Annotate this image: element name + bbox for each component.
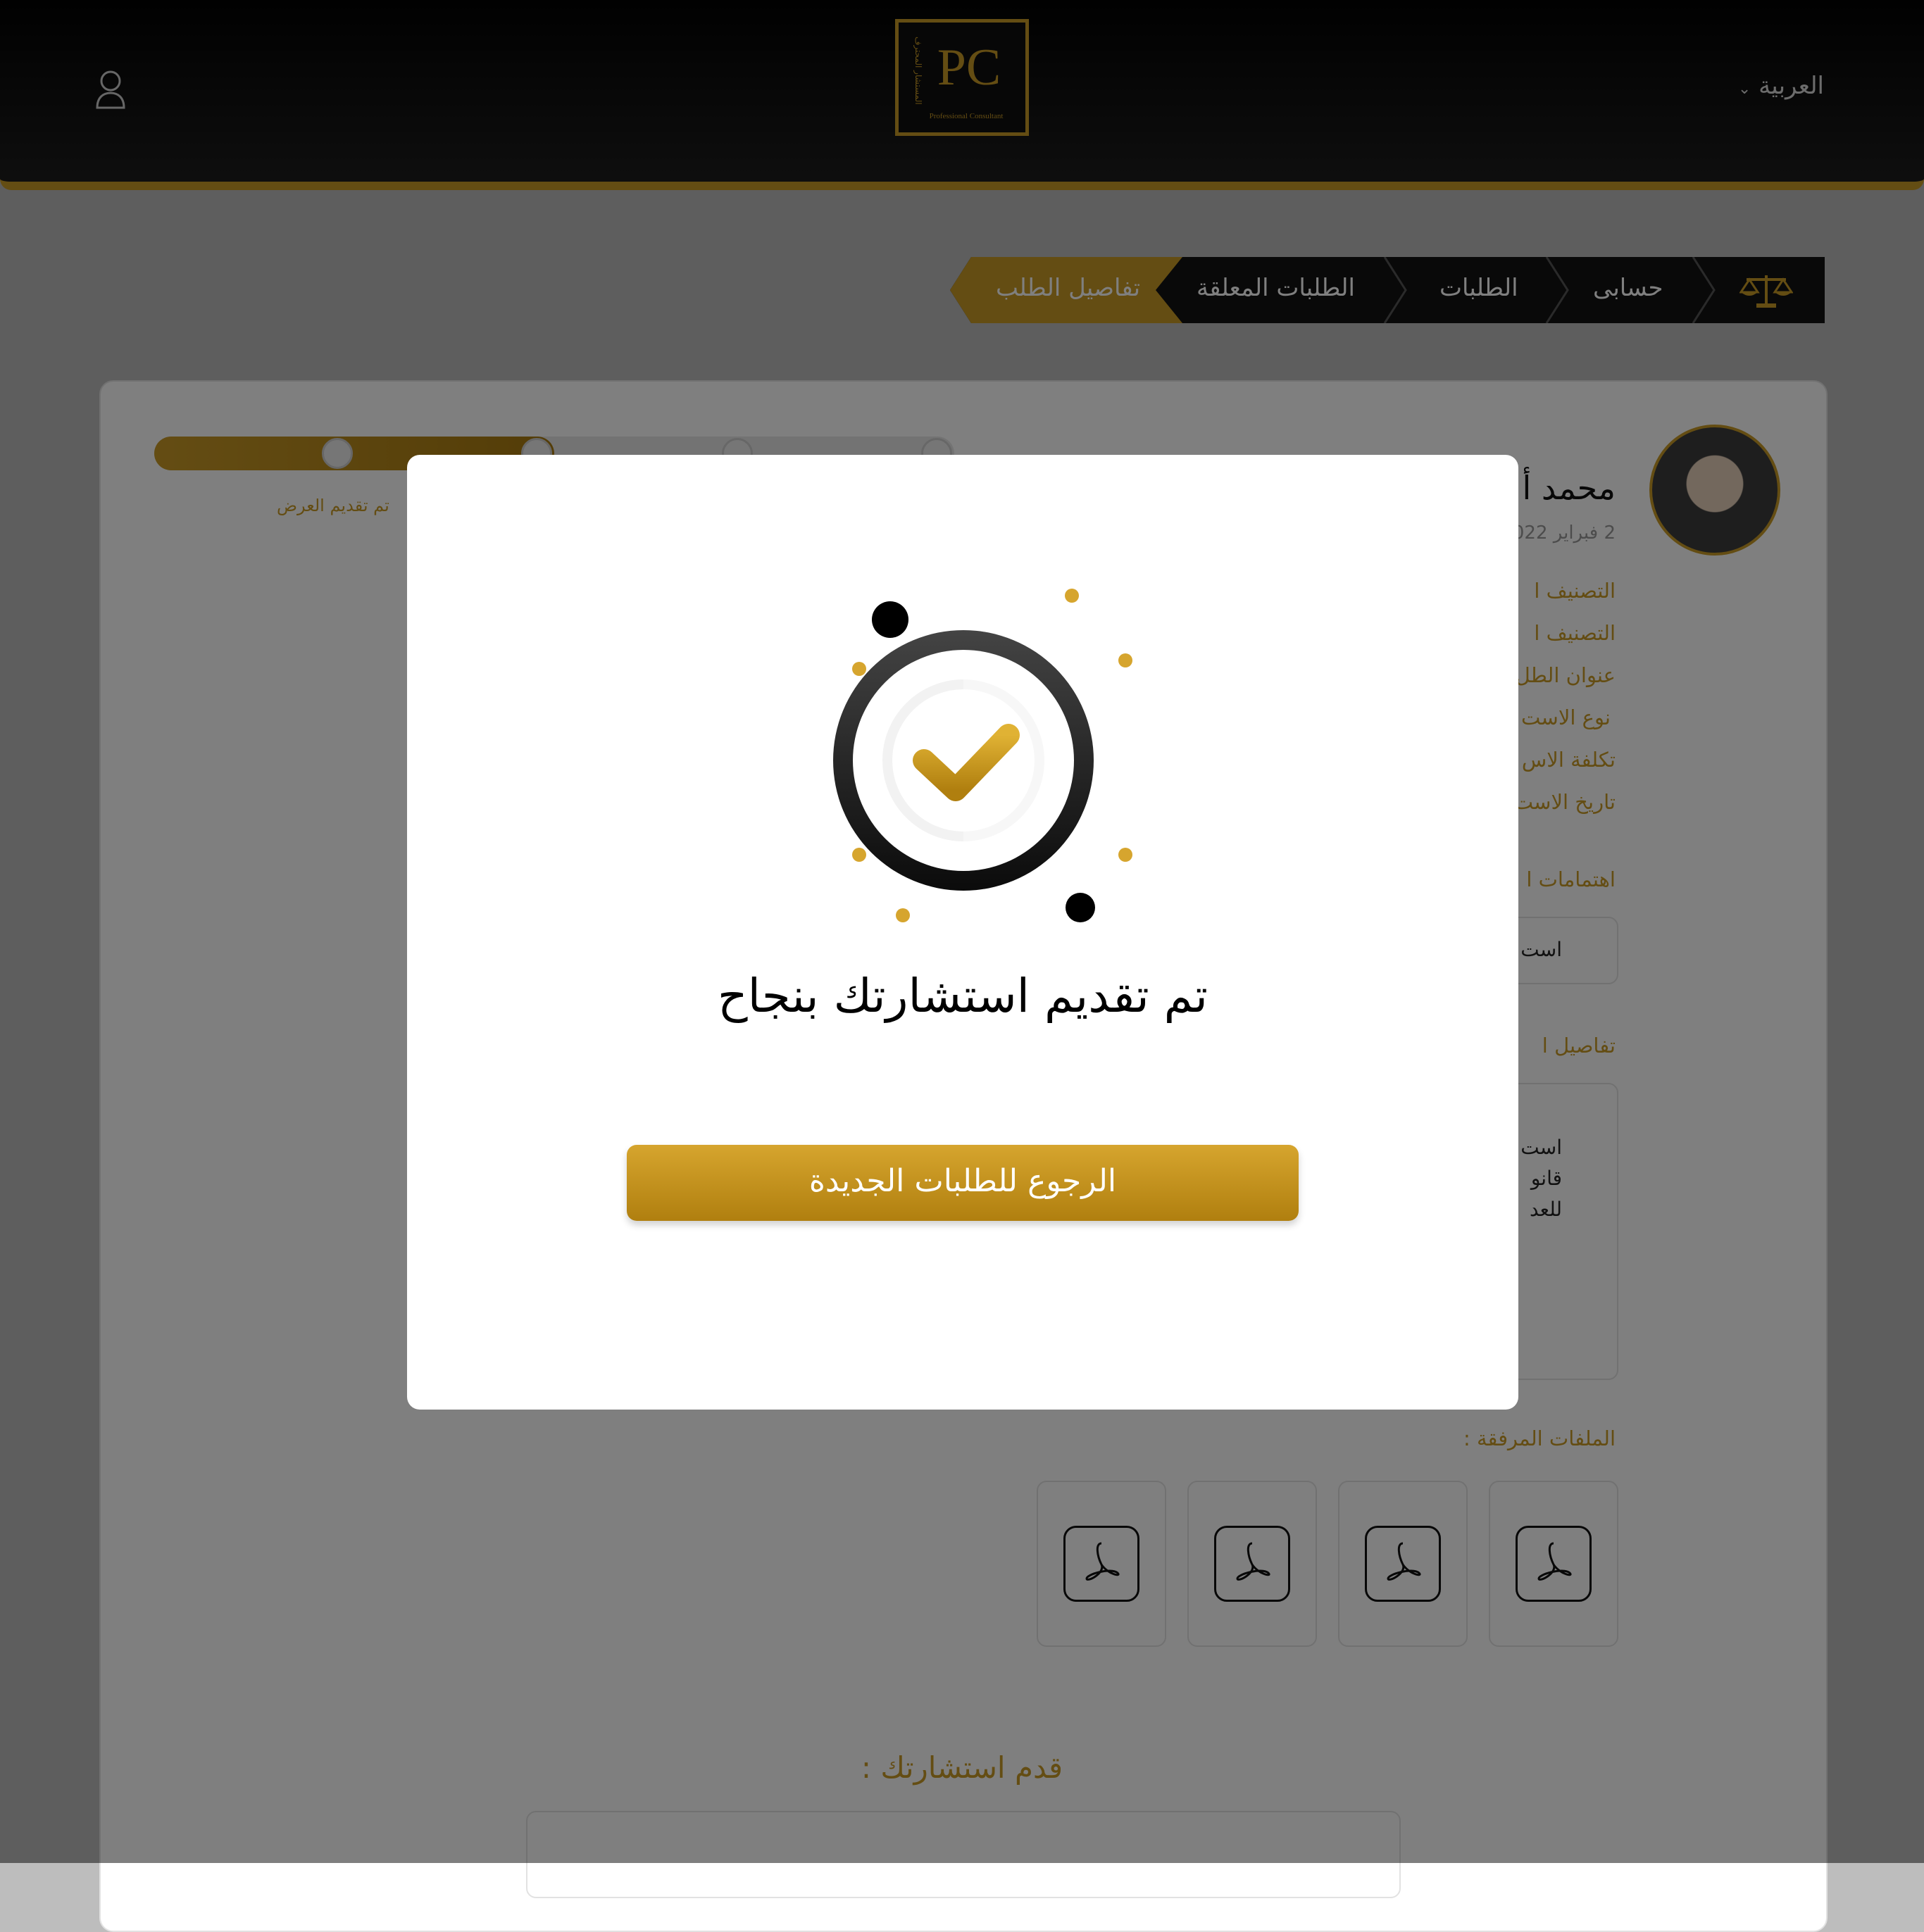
success-modal: تم تقديم استشارتك بنجاح الرجوع للطلبات ا… bbox=[407, 455, 1518, 1410]
success-check-icon bbox=[797, 579, 1149, 934]
modal-title: تم تقديم استشارتك بنجاح bbox=[718, 969, 1208, 1023]
back-to-new-requests-button[interactable]: الرجوع للطلبات الجديدة bbox=[627, 1145, 1299, 1221]
